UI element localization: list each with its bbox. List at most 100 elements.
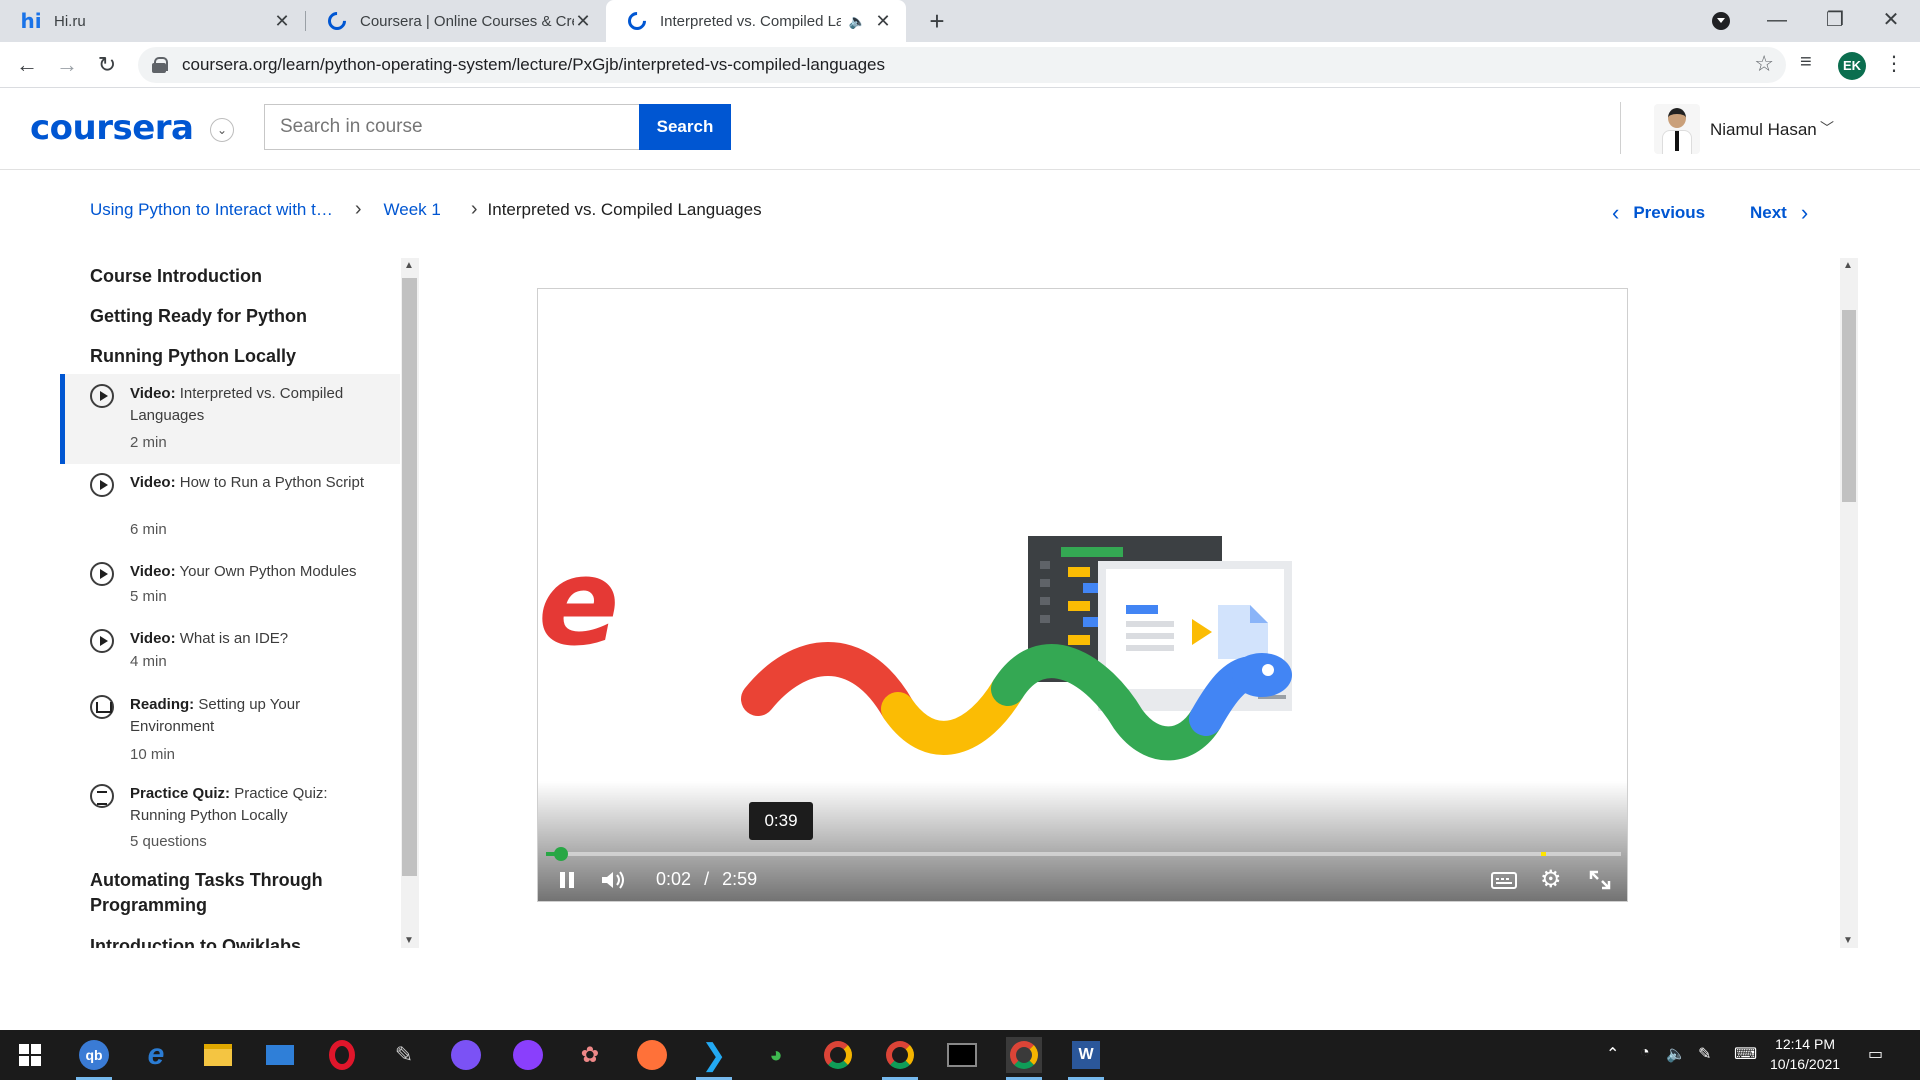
- tab-lecture[interactable]: Interpreted vs. Compiled Lan 🔈 ✕: [606, 0, 906, 42]
- bookmark-star-icon[interactable]: ☆: [1754, 51, 1774, 77]
- url-text[interactable]: coursera.org/learn/python-operating-syst…: [182, 55, 885, 75]
- scroll-up-icon[interactable]: ▲: [404, 260, 414, 271]
- new-tab-button[interactable]: +: [922, 6, 952, 36]
- play-icon: [90, 473, 114, 497]
- menu-dots-icon[interactable]: ⋮: [1884, 51, 1904, 76]
- chrome-profile-icon[interactable]: [882, 1037, 918, 1080]
- scrollbar-thumb[interactable]: [402, 278, 417, 876]
- section-heading[interactable]: Automating Tasks Through Programming: [90, 868, 370, 918]
- chevron-down-icon[interactable]: ﹀: [1820, 118, 1834, 138]
- inkscape-icon[interactable]: ✎: [386, 1037, 422, 1073]
- page-scrollbar[interactable]: ▲ ▼: [1840, 258, 1858, 948]
- firefox-icon[interactable]: [634, 1037, 670, 1073]
- clock-time: 12:14 PM: [1775, 1036, 1835, 1052]
- chrome-ek-icon[interactable]: [1006, 1037, 1042, 1080]
- scroll-down-icon[interactable]: ▼: [1843, 935, 1853, 946]
- section-heading[interactable]: Getting Ready for Python: [90, 304, 307, 329]
- scroll-down-icon[interactable]: ▼: [404, 935, 414, 946]
- pen-icon[interactable]: ✎: [1698, 1044, 1711, 1064]
- messenger-icon[interactable]: [448, 1037, 484, 1073]
- fullscreen-icon[interactable]: [1588, 869, 1612, 896]
- keyboard-icon[interactable]: ⌨: [1734, 1044, 1757, 1064]
- chevron-right-icon: ›: [1800, 200, 1809, 225]
- system-clock[interactable]: 12:14 PM 10/16/2021: [1770, 1034, 1840, 1074]
- chrome-icon[interactable]: [820, 1037, 856, 1073]
- chevron-right-icon: ›: [354, 198, 362, 220]
- notifications-icon[interactable]: ▭: [1868, 1044, 1883, 1064]
- qbittorrent-icon[interactable]: qb: [76, 1037, 112, 1080]
- word-icon[interactable]: W: [1068, 1037, 1104, 1080]
- close-window-button[interactable]: ✕: [1862, 0, 1920, 42]
- search-input[interactable]: [264, 104, 640, 150]
- tab-hiru[interactable]: hi Hi.ru ✕: [0, 0, 305, 42]
- profile-avatar[interactable]: EK: [1838, 52, 1866, 80]
- minimize-button[interactable]: —: [1748, 0, 1806, 42]
- scroll-up-icon[interactable]: ▲: [1843, 260, 1853, 271]
- windows-taskbar: qb e ✎ ✿ ❯ ◕ W ⌃ ◔ 🔈 ✎ ⌨ 12:14 PM 10/16/…: [0, 1030, 1920, 1080]
- video-progress-bar[interactable]: [546, 847, 1621, 861]
- pause-button[interactable]: [556, 869, 578, 896]
- globe-icon[interactable]: ◕: [758, 1037, 794, 1073]
- opera-icon[interactable]: [324, 1037, 360, 1073]
- next-link[interactable]: Next ›: [1750, 200, 1808, 226]
- speaker-icon[interactable]: 🔈: [849, 13, 866, 30]
- coursera-favicon-icon: [624, 8, 650, 34]
- section-heading[interactable]: Course Introduction: [90, 264, 262, 289]
- section-heading[interactable]: Running Python Locally: [90, 344, 296, 369]
- breadcrumb-current: Interpreted vs. Compiled Languages: [487, 199, 762, 219]
- sidebar-scrollbar[interactable]: ▲ ▼: [401, 258, 419, 948]
- reading-list-icon[interactable]: ≡: [1800, 51, 1812, 74]
- video-player[interactable]: e 0:39 0:02 / 2:59 ⚙: [537, 288, 1628, 902]
- settings-gear-icon[interactable]: ⚙: [1540, 868, 1562, 892]
- vscode-icon[interactable]: ❯: [696, 1037, 732, 1080]
- current-time: 0:02: [656, 869, 692, 889]
- address-bar[interactable]: coursera.org/learn/python-operating-syst…: [138, 47, 1786, 83]
- github-desktop-icon[interactable]: [510, 1037, 546, 1073]
- maximize-button[interactable]: ❐: [1806, 0, 1864, 42]
- file-explorer-icon[interactable]: [200, 1037, 236, 1073]
- close-tab-icon[interactable]: ✕: [273, 11, 291, 32]
- edge-icon[interactable]: e: [138, 1037, 174, 1073]
- lock-icon[interactable]: [152, 57, 168, 73]
- terminal-icon[interactable]: [944, 1037, 980, 1073]
- network-icon[interactable]: ◔: [1640, 1044, 1650, 1062]
- previous-link[interactable]: ‹ Previous: [1612, 200, 1705, 226]
- list-item[interactable]: Practice Quiz: Practice Quiz: Running Py…: [60, 774, 400, 862]
- coursera-logo[interactable]: coursera: [30, 108, 194, 148]
- forward-arrow-icon[interactable]: →: [52, 50, 82, 80]
- list-item[interactable]: Video: What is an IDE? 4 min: [60, 619, 400, 685]
- previous-label[interactable]: Previous: [1633, 203, 1705, 223]
- item-duration: 5 min: [130, 588, 167, 605]
- list-item[interactable]: Video: Your Own Python Modules 5 min: [60, 552, 400, 618]
- close-tab-icon[interactable]: ✕: [574, 11, 592, 32]
- breadcrumb-course[interactable]: Using Python to Interact with t…: [90, 200, 333, 220]
- video-time-display: 0:02 / 2:59: [656, 869, 757, 890]
- captions-icon[interactable]: [1490, 869, 1518, 896]
- chevron-up-icon[interactable]: ⌃: [1606, 1044, 1619, 1064]
- tab-search-icon[interactable]: [1712, 12, 1730, 30]
- list-item[interactable]: Video: Interpreted vs. Compiled Language…: [60, 374, 400, 464]
- e-logo-graphic: e: [538, 534, 619, 673]
- paint-icon[interactable]: ✿: [572, 1037, 608, 1073]
- close-tab-icon[interactable]: ✕: [874, 11, 892, 32]
- chevron-down-icon[interactable]: ⌄: [210, 118, 234, 142]
- duration: 2:59: [722, 869, 758, 889]
- chevron-left-icon: ‹: [1612, 200, 1620, 225]
- scrollbar-thumb[interactable]: [1842, 310, 1856, 502]
- mail-icon[interactable]: [262, 1037, 298, 1073]
- tab-coursera-home[interactable]: Coursera | Online Courses & Cre ✕: [306, 0, 606, 42]
- search-button[interactable]: Search: [639, 104, 731, 150]
- user-avatar[interactable]: [1654, 104, 1700, 154]
- volume-button[interactable]: [600, 869, 628, 896]
- list-item[interactable]: Video: How to Run a Python Script 6 min: [60, 463, 400, 551]
- next-label[interactable]: Next: [1750, 203, 1787, 223]
- back-arrow-icon[interactable]: ←: [12, 50, 42, 80]
- reload-icon[interactable]: ↻: [92, 50, 122, 80]
- user-name[interactable]: Niamul Hasan: [1710, 120, 1817, 140]
- volume-icon[interactable]: 🔈: [1666, 1044, 1686, 1064]
- progress-knob[interactable]: [553, 847, 568, 861]
- breadcrumb-week[interactable]: Week 1: [384, 200, 441, 220]
- list-item[interactable]: Reading: Setting up Your Environment 10 …: [60, 685, 400, 773]
- windows-start-icon[interactable]: [12, 1037, 48, 1073]
- section-heading[interactable]: Introduction to Qwiklabs: [90, 934, 301, 948]
